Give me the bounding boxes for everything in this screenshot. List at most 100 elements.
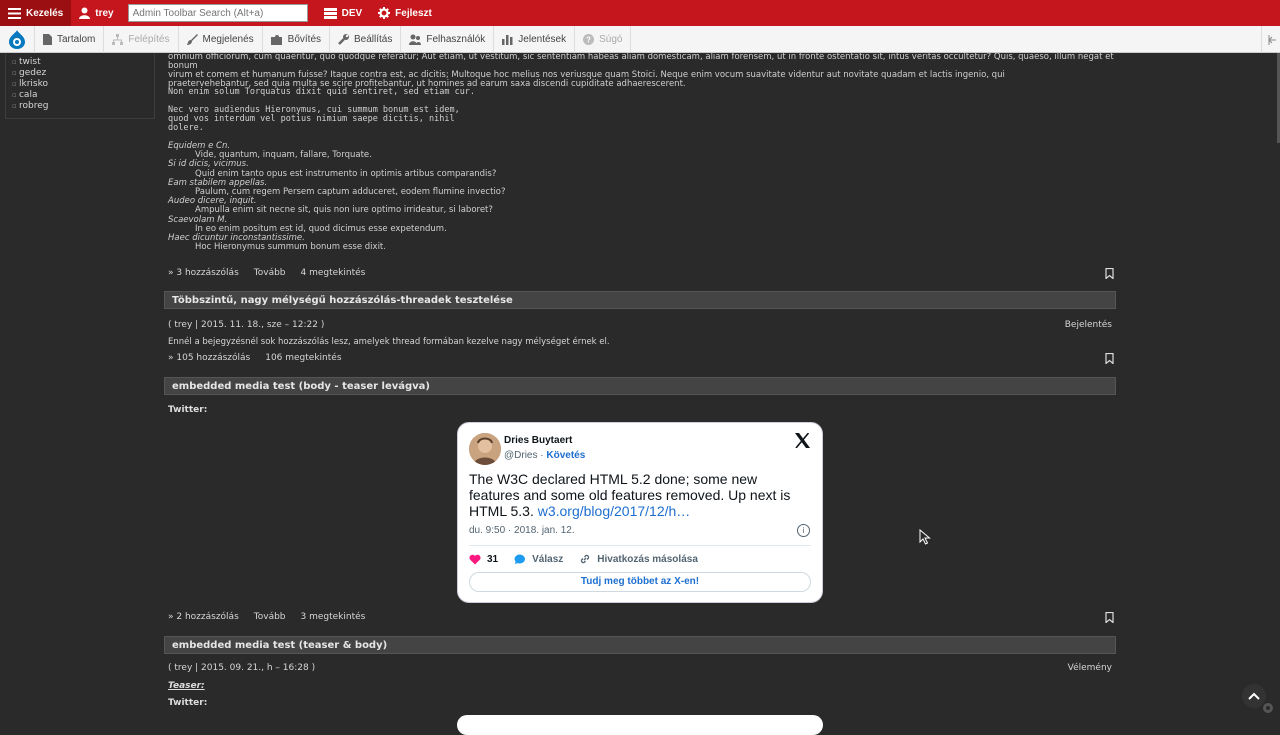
sidebar-block: twist gedez lkrisko cala robreg (5, 53, 155, 119)
embedded-tweet (457, 715, 823, 735)
like-count: 31 (487, 553, 499, 565)
reply-icon (514, 554, 526, 564)
post-code-block: Non enim solum Torquatus dixit quid sent… (168, 87, 476, 97)
tray-item-config[interactable]: Beállítás (330, 25, 402, 53)
follow-button[interactable]: Követés (546, 450, 585, 461)
manage-button[interactable]: Kezelés (0, 0, 72, 26)
divider (469, 545, 811, 546)
tweet-author-handle: @Dries · Követés (504, 450, 586, 461)
comments-count: 105 hozzászólás (176, 353, 251, 363)
bookmark-icon[interactable] (1105, 353, 1114, 364)
user-button[interactable]: trey (71, 0, 121, 26)
sidebar-user-link[interactable]: cala (12, 90, 154, 101)
definition-desc: Hoc Hieronymus summum bonum esse dixit. (195, 242, 386, 253)
post-code-block: Nec vero audiendus Hieronymus, cui summu… (168, 105, 460, 133)
views-count: 106 megtekintés (265, 353, 342, 363)
bookmark-icon[interactable] (1105, 268, 1114, 279)
devel-button[interactable]: Fejleszt (370, 0, 440, 26)
bar-chart-icon (502, 34, 513, 45)
sidebar-user-link[interactable]: robreg (12, 101, 154, 112)
tray-item-label: Felépítés (128, 33, 170, 45)
drupal-logo-icon[interactable] (0, 25, 35, 53)
sidebar-user-link[interactable]: twist (12, 57, 154, 68)
comments-link[interactable]: » 105 hozzászólás (168, 353, 250, 363)
document-icon (43, 33, 52, 45)
user-label: trey (95, 7, 114, 19)
read-more-link[interactable]: Tovább (254, 612, 286, 622)
tweet-actions: 31 Válasz Hivatkozás másolása (469, 553, 698, 565)
post2-links: » 105 hozzászólás 106 megtekintés (168, 353, 342, 363)
chevron-up-icon (1248, 692, 1260, 700)
mouse-cursor-icon (919, 529, 931, 545)
settings-icon[interactable] (1262, 702, 1274, 714)
definition-desc: Vide, quantum, inquam, fallare, Torquate… (195, 150, 372, 161)
post-tag-link[interactable]: Bejelentés (1065, 320, 1112, 330)
learn-more-button[interactable]: Tudj meg többet az X-en! (469, 572, 811, 592)
paintbrush-icon (186, 33, 198, 45)
sitemap-icon (112, 33, 124, 45)
post-paragraph: omnium officiorum, cum quaeritur, quo qu… (168, 52, 1114, 71)
info-icon[interactable]: i (797, 524, 810, 537)
tweet-handle-text[interactable]: @Dries (504, 450, 538, 461)
admin-search-input[interactable] (127, 4, 308, 22)
copy-link-label: Hivatkozás másolása (597, 553, 698, 565)
tray-item-label: Jelentések (518, 33, 567, 45)
post-tag-link[interactable]: Vélemény (1068, 663, 1112, 673)
comments-link[interactable]: » 2 hozzászólás (168, 612, 239, 622)
x-logo-icon[interactable] (795, 432, 810, 453)
comments-count: 3 hozzászólás (176, 268, 239, 278)
post-meta: ( trey | 2015. 11. 18., sze – 12:22 ) (168, 320, 325, 330)
tweet-text: The W3C declared HTML 5.2 done; some new… (469, 471, 809, 519)
devel-label: Fejleszt (395, 7, 432, 19)
tray-item-content[interactable]: Tartalom (35, 25, 105, 53)
post3-links: » 2 hozzászólás Tovább 3 megtekintés (168, 612, 365, 622)
post-title[interactable]: embedded media test (teaser & body) (164, 636, 1116, 654)
tray-orientation-toggle-icon[interactable] (1261, 26, 1280, 53)
tray-item-label: Megjelenés (202, 33, 254, 45)
manage-label: Kezelés (26, 7, 64, 19)
reply-label: Válasz (532, 553, 564, 565)
post-summary: Ennél a bejegyzésnél sok hozzászólás les… (168, 337, 610, 347)
heart-icon (469, 554, 481, 564)
env-button[interactable]: DEV (316, 0, 371, 26)
tweet-author-name[interactable]: Dries Buytaert (504, 435, 572, 446)
comments-count: 2 hozzászólás (176, 612, 239, 622)
tray-item-label: Súgó (599, 33, 623, 45)
views-count: 4 megtekintés (300, 268, 366, 278)
tray-item-extend[interactable]: Bővítés (263, 25, 331, 53)
tray-item-label: Tartalom (57, 33, 96, 45)
post-title[interactable]: Többszintű, nagy mélységű hozzászólás-th… (164, 291, 1116, 309)
definition-desc: Ampulla enim sit necne sit, quis non iur… (195, 205, 493, 216)
read-more-link[interactable]: Tovább (254, 268, 286, 278)
avatar[interactable] (469, 433, 501, 465)
env-label: DEV (341, 7, 363, 19)
gear-icon (378, 7, 391, 19)
help-icon: ? (583, 33, 595, 45)
tray-item-appearance[interactable]: Megjelenés (179, 25, 263, 53)
post-title[interactable]: embedded media test (body - teaser levág… (164, 377, 1116, 395)
link-icon (581, 554, 590, 564)
reply-button[interactable]: Válasz (514, 554, 563, 565)
like-button[interactable]: 31 (469, 554, 498, 565)
tray-item-reports[interactable]: Jelentések (494, 25, 576, 53)
tray-item-structure[interactable]: Felépítés (104, 25, 179, 53)
definition-desc: Paulum, cum regem Persem captum adducere… (195, 187, 506, 198)
comments-link[interactable]: » 3 hozzászólás (168, 268, 239, 278)
copy-link-button[interactable]: Hivatkozás másolása (579, 553, 698, 565)
people-icon (409, 34, 422, 45)
tweet-link[interactable]: w3.org/blog/2017/12/h… (538, 503, 691, 519)
tray-item-label: Felhasználók (426, 33, 486, 45)
tray-item-people[interactable]: Felhasználók (401, 25, 495, 53)
puzzle-icon (270, 34, 283, 45)
svg-text:?: ? (586, 35, 591, 44)
bookmark-icon[interactable] (1105, 612, 1114, 623)
definition-list: Equidem e Cn. Vide, quantum, inquam, fal… (168, 141, 768, 253)
tray-item-help[interactable]: ? Súgó (575, 25, 632, 53)
post-meta: ( trey | 2015. 09. 21., h – 16:28 ) (168, 663, 316, 673)
embedded-tweet: Dries Buytaert @Dries · Követés The W3C … (457, 422, 823, 603)
post1-links: » 3 hozzászólás Tovább 4 megtekintés (168, 268, 365, 278)
sidebar-user-link[interactable]: lkrisko (12, 79, 154, 90)
tweet-timestamp[interactable]: du. 9:50 · 2018. jan. 12. (469, 525, 575, 536)
sidebar-user-link[interactable]: gedez (12, 68, 154, 79)
hamburger-icon (8, 7, 21, 19)
